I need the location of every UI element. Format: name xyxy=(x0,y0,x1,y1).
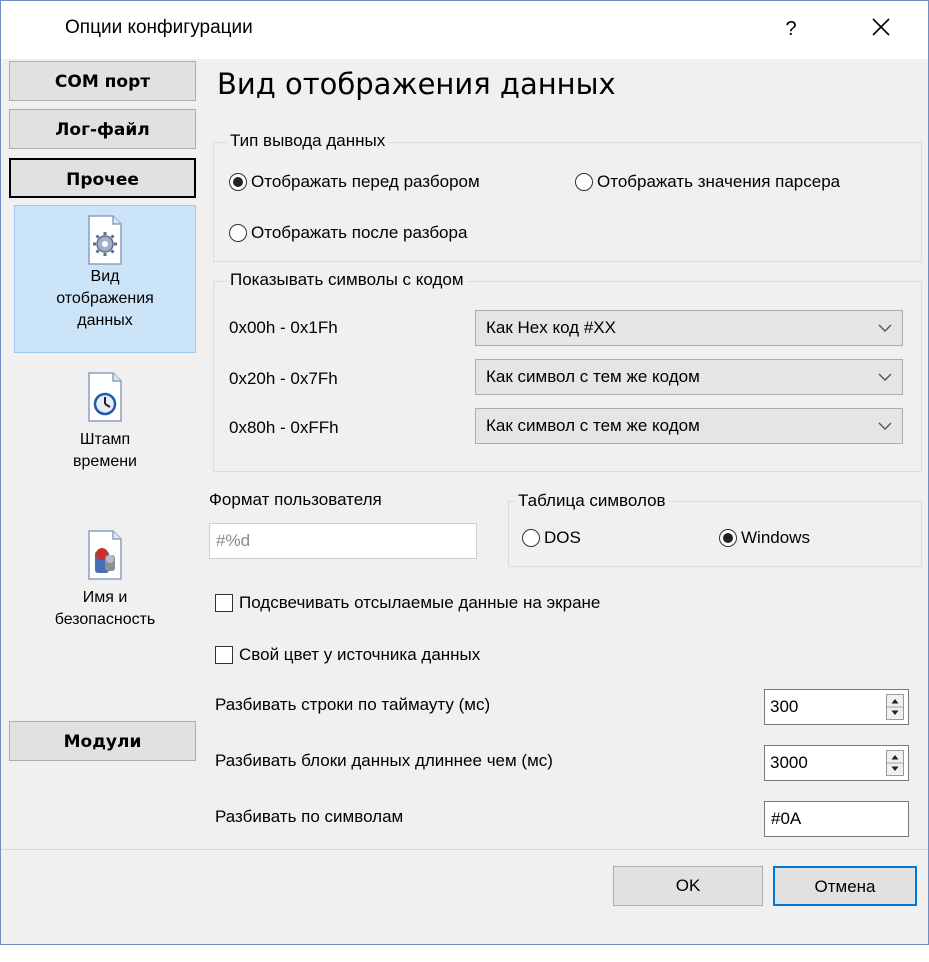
window-title: Опции конфигурации xyxy=(65,17,253,38)
keys-document-icon xyxy=(88,530,122,580)
radio-indicator xyxy=(229,173,247,191)
timeout-label: Разбивать строки по таймауту (мс) xyxy=(215,695,491,714)
user-format-label: Формат пользователя xyxy=(209,490,382,509)
range-label: 0x20h - 0x7Fh xyxy=(229,369,338,388)
blocks-value: 3000 xyxy=(770,753,808,772)
radio-charset-windows[interactable]: Windows xyxy=(719,528,810,548)
radio-show-after-parse[interactable]: Отображать после разбора xyxy=(229,223,467,243)
radio-show-before-parse[interactable]: Отображать перед разбором xyxy=(229,172,480,192)
close-button[interactable] xyxy=(859,11,903,47)
cancel-button[interactable]: Отмена xyxy=(773,866,917,906)
radio-label: Отображать перед разбором xyxy=(251,172,480,191)
chars-label: Разбивать по символам xyxy=(215,807,404,826)
checkbox-label: Свой цвет у источника данных xyxy=(239,645,481,664)
chevron-down-icon xyxy=(878,324,892,332)
radio-label: Windows xyxy=(741,528,810,547)
radio-charset-dos[interactable]: DOS xyxy=(522,528,581,548)
output-type-group xyxy=(213,142,922,262)
nav-item-label-1: Вид xyxy=(90,268,120,285)
nav-item-label-1: Штамп xyxy=(79,431,131,448)
timeout-value: 300 xyxy=(770,697,799,716)
own-color-checkbox[interactable]: Свой цвет у источника данных xyxy=(215,645,480,665)
split-chars-input[interactable]: #0A xyxy=(764,801,909,837)
select-value: Как Hex код #XX xyxy=(486,318,616,337)
checkbox-indicator xyxy=(215,646,233,664)
nav-item-label-2: безопасность xyxy=(54,611,156,628)
symbols-label: Показывать символы с кодом xyxy=(227,270,467,290)
timeout-spinner[interactable]: 300 xyxy=(764,689,909,725)
highlight-sent-checkbox[interactable]: Подсвечивать отсылаемые данные на экране xyxy=(215,593,600,613)
radio-label: Отображать после разбора xyxy=(251,223,468,242)
blocks-spinner[interactable]: 3000 xyxy=(764,745,909,781)
symbols-select-80-ff[interactable]: Как символ с тем же кодом xyxy=(475,408,903,444)
symbols-select-20-7f[interactable]: Как символ с тем же кодом xyxy=(475,359,903,395)
symbols-select-00-1f[interactable]: Как Hex код #XX xyxy=(475,310,903,346)
checkbox-label: Подсвечивать отсылаемые данные на экране xyxy=(239,593,601,612)
nav-item-name-security[interactable]: Имя и безопасность xyxy=(14,529,196,649)
charset-label: Таблица символов xyxy=(515,491,669,511)
range-label: 0x00h - 0x1Fh xyxy=(229,318,338,337)
output-type-label: Тип вывода данных xyxy=(227,131,389,151)
nav-other-button[interactable]: Прочее xyxy=(9,158,196,198)
blocks-label: Разбивать блоки данных длиннее чем (мс) xyxy=(215,751,553,770)
select-value: Как символ с тем же кодом xyxy=(486,367,700,386)
radio-indicator xyxy=(575,173,593,191)
divider xyxy=(1,849,928,850)
chevron-down-icon xyxy=(878,422,892,430)
help-button[interactable]: ? xyxy=(776,11,806,47)
gear-document-icon xyxy=(88,215,122,265)
range-label: 0x80h - 0xFFh xyxy=(229,418,339,437)
radio-indicator xyxy=(229,224,247,242)
nav-com-port-button[interactable]: COM порт xyxy=(9,61,196,101)
nav-item-data-view[interactable]: Вид отображения данных xyxy=(14,205,196,353)
nav-item-label-3: данных xyxy=(77,312,133,329)
chevron-down-icon xyxy=(878,373,892,381)
select-value: Как символ с тем же кодом xyxy=(486,416,700,435)
title-bar: Опции конфигурации ? xyxy=(1,1,928,59)
page-title: Вид отображения данных xyxy=(217,67,616,101)
config-dialog: Опции конфигурации ? COM порт Лог-файл П… xyxy=(0,0,929,945)
radio-label: DOS xyxy=(544,528,581,547)
clock-document-icon xyxy=(88,372,122,422)
radio-label: Отображать значения парсера xyxy=(597,172,841,191)
nav-item-label-1: Имя и xyxy=(82,589,128,606)
radio-show-parser-values[interactable]: Отображать значения парсера xyxy=(575,172,840,192)
radio-indicator xyxy=(522,529,540,547)
nav-log-file-button[interactable]: Лог-файл xyxy=(9,109,196,149)
nav-modules-button[interactable]: Модули xyxy=(9,721,196,761)
spin-arrows-icon[interactable] xyxy=(886,694,904,720)
dialog-content: COM порт Лог-файл Прочее Вид отображения… xyxy=(1,59,928,944)
checkbox-indicator xyxy=(215,594,233,612)
user-format-input[interactable]: #%d xyxy=(209,523,477,559)
nav-item-label-2: отображения xyxy=(56,290,154,307)
ok-button[interactable]: OK xyxy=(613,866,763,906)
nav-item-timestamp[interactable]: Штамп времени xyxy=(14,371,196,501)
close-icon xyxy=(872,18,890,36)
radio-indicator xyxy=(719,529,737,547)
nav-item-label-2: времени xyxy=(73,453,137,470)
spin-arrows-icon[interactable] xyxy=(886,750,904,776)
